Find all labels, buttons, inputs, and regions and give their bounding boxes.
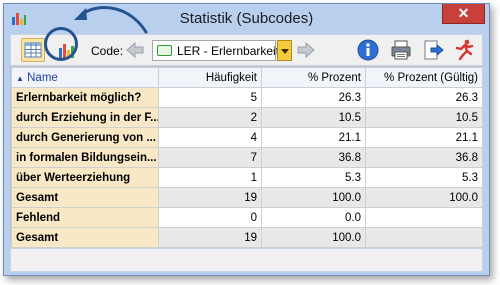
row-name: über Werteerziehung [11, 167, 159, 188]
table-view-button[interactable] [21, 38, 45, 62]
row-frequency: 4 [158, 127, 262, 148]
row-frequency: 7 [158, 147, 262, 168]
row-valid-percent [365, 207, 483, 228]
table-row[interactable]: Erlernbarkeit möglich? 5 26.3 26.3 [11, 87, 483, 108]
row-percent: 21.1 [261, 127, 366, 148]
arrow-right-icon[interactable] [296, 41, 316, 59]
row-name: Erlernbarkeit möglich? [11, 87, 159, 108]
running-man-icon[interactable] [452, 38, 476, 62]
column-header-percent[interactable]: % Prozent [261, 67, 366, 88]
printer-icon[interactable] [389, 38, 413, 62]
row-percent: 10.5 [261, 107, 366, 128]
row-frequency: 19 [158, 227, 262, 248]
row-frequency: 0 [158, 207, 262, 228]
arrow-left-icon[interactable] [125, 41, 145, 59]
column-header-valid-percent[interactable]: % Prozent (Gültig) [365, 67, 483, 88]
row-valid-percent: 26.3 [365, 87, 483, 108]
column-header-name[interactable]: ▲ Name [11, 67, 159, 88]
table-row-total[interactable]: Gesamt 19 100.0 100.0 [11, 187, 483, 208]
row-valid-percent: 10.5 [365, 107, 483, 128]
row-frequency: 5 [158, 87, 262, 108]
code-icon [157, 45, 172, 56]
code-select[interactable]: LER - Erlernbarkeit [152, 40, 280, 61]
info-icon[interactable] [356, 38, 380, 62]
table-row[interactable]: in formalen Bildungsein... 7 36.8 36.8 [11, 147, 483, 168]
chevron-down-icon[interactable] [277, 40, 292, 61]
row-name: Gesamt [11, 227, 159, 248]
table-row-missing[interactable]: Fehlend 0 0.0 [11, 207, 483, 228]
table-icon [24, 42, 42, 58]
row-valid-percent [365, 227, 483, 248]
row-valid-percent: 100.0 [365, 187, 483, 208]
selected-code: LER - Erlernbarkeit [177, 44, 280, 58]
row-percent: 100.0 [261, 227, 366, 248]
row-valid-percent: 36.8 [365, 147, 483, 168]
export-icon[interactable] [421, 38, 445, 62]
row-percent: 36.8 [261, 147, 366, 168]
row-name: durch Generierung von ... [11, 127, 159, 148]
row-name: in formalen Bildungsein... [11, 147, 159, 168]
table-row[interactable]: durch Generierung von ... 4 21.1 21.1 [11, 127, 483, 148]
code-label: Code: [91, 44, 124, 58]
table-header: ▲ Name Häufigkeit % Prozent % Prozent (G… [11, 67, 483, 88]
status-bar [10, 248, 483, 272]
row-valid-percent: 21.1 [365, 127, 483, 148]
row-valid-percent: 5.3 [365, 167, 483, 188]
row-percent: 26.3 [261, 87, 366, 108]
row-frequency: 19 [158, 187, 262, 208]
row-name: Fehlend [11, 207, 159, 228]
table-row[interactable]: durch Erziehung in der F... 2 10.5 10.5 [11, 107, 483, 128]
close-button[interactable]: ✕ [442, 4, 485, 24]
row-frequency: 1 [158, 167, 262, 188]
table-row[interactable]: über Werteerziehung 1 5.3 5.3 [11, 167, 483, 188]
row-frequency: 2 [158, 107, 262, 128]
pointer-arrow-icon [74, 6, 148, 34]
sort-asc-icon: ▲ [16, 73, 24, 83]
table-row-grand-total[interactable]: Gesamt 19 100.0 [11, 227, 483, 248]
column-header-frequency[interactable]: Häufigkeit [158, 67, 262, 88]
row-percent: 100.0 [261, 187, 366, 208]
row-name: durch Erziehung in der F... [11, 107, 159, 128]
statistics-table: ▲ Name Häufigkeit % Prozent % Prozent (G… [10, 66, 483, 248]
row-name: Gesamt [11, 187, 159, 208]
row-percent: 5.3 [261, 167, 366, 188]
row-percent: 0.0 [261, 207, 366, 228]
